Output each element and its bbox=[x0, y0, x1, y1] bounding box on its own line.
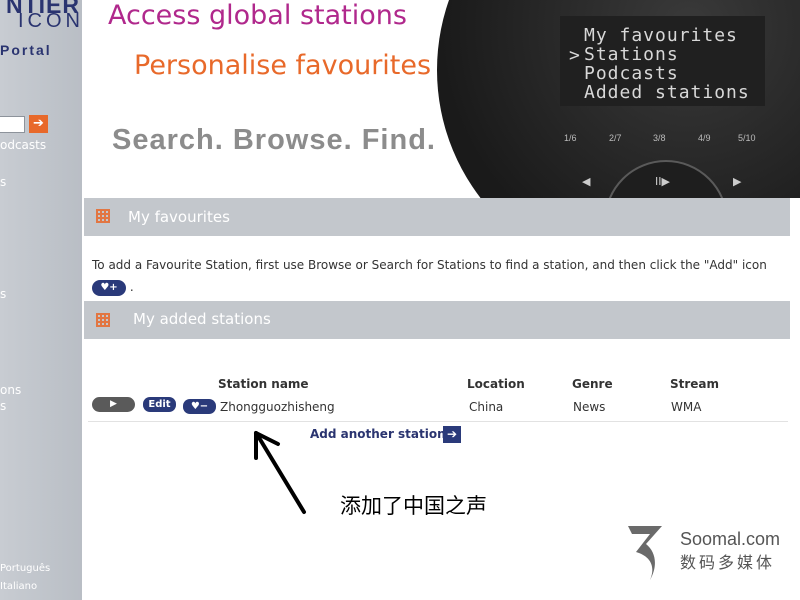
device-menu-item: My favourites bbox=[584, 25, 738, 46]
added-stations-section-bar: My added stations bbox=[84, 301, 790, 339]
tagline-access: Access global stations bbox=[108, 0, 407, 31]
stream-cell: WMA bbox=[671, 400, 702, 414]
language-portuguese-link[interactable]: Português bbox=[0, 563, 50, 574]
annotation-text: 添加了中国之声 bbox=[340, 494, 487, 518]
column-header-station-name: Station name bbox=[218, 377, 309, 391]
device-next-icon: ▶ bbox=[733, 175, 742, 188]
add-another-station-button[interactable]: ➔ bbox=[443, 426, 461, 443]
tagline-personalise: Personalise favourites bbox=[134, 50, 432, 81]
remove-favourite-button[interactable]: ♥− bbox=[183, 399, 216, 414]
device-menu-item: Podcasts bbox=[584, 63, 679, 84]
grid-icon bbox=[96, 209, 110, 223]
genre-cell: News bbox=[573, 400, 606, 414]
soomal-logo-icon bbox=[628, 526, 662, 580]
device-preset-label: 3/8 bbox=[653, 133, 666, 143]
column-header-genre: Genre bbox=[572, 377, 613, 391]
edit-button[interactable]: Edit bbox=[143, 397, 176, 412]
device-prev-icon: ◀ bbox=[582, 175, 591, 188]
device-menu-selection-marker: > bbox=[569, 45, 580, 66]
favourites-title: My favourites bbox=[128, 208, 230, 226]
brand-logo-bottom: ICON bbox=[18, 10, 82, 32]
column-header-stream: Stream bbox=[670, 377, 720, 391]
add-favourite-icon: ♥+ bbox=[92, 279, 126, 296]
tagline-search: Search. Browse. Find. bbox=[112, 124, 436, 156]
language-italian-link[interactable]: Italiano bbox=[0, 581, 37, 592]
device-preset-label: 4/9 bbox=[698, 133, 711, 143]
sidebar-link-podcasts[interactable]: odcasts bbox=[0, 138, 46, 152]
device-preset-label: 1/6 bbox=[564, 133, 577, 143]
add-another-station-link[interactable]: Add another station bbox=[310, 427, 446, 441]
watermark-tagline: 数码多媒体 bbox=[680, 553, 776, 572]
sidebar-link-3[interactable]: s bbox=[0, 287, 6, 301]
favourites-info-text: To add a Favourite Station, first use Br… bbox=[92, 258, 767, 272]
sidebar-link-4[interactable]: ons bbox=[0, 383, 21, 397]
added-stations-title: My added stations bbox=[133, 310, 271, 328]
watermark-site: Soomal.com bbox=[680, 529, 781, 549]
play-button[interactable]: ▶ bbox=[92, 397, 135, 412]
sidebar-link-2[interactable]: s bbox=[0, 175, 6, 189]
device-preset-label: 2/7 bbox=[609, 133, 622, 143]
column-header-location: Location bbox=[467, 377, 525, 391]
device-playpause-icon: II▶ bbox=[655, 175, 670, 188]
sidebar-link-5[interactable]: s bbox=[0, 399, 6, 413]
sidebar-search-input[interactable] bbox=[0, 116, 25, 133]
device-menu-item: Stations bbox=[584, 44, 679, 65]
favourites-info-end: . bbox=[129, 280, 134, 294]
header-banner: Access global stations Personalise favou… bbox=[82, 0, 800, 198]
favourites-section-bar: My favourites bbox=[84, 198, 790, 236]
favourites-info: To add a Favourite Station, first use Br… bbox=[92, 254, 788, 298]
device-menu-item: Added stations bbox=[584, 82, 750, 103]
sidebar-search-go-button[interactable]: ➔ bbox=[29, 115, 48, 133]
sidebar: NTIER ICON Portal ➔ odcasts s s ons s Po… bbox=[0, 0, 82, 600]
location-cell: China bbox=[469, 400, 504, 414]
grid-icon bbox=[96, 313, 110, 327]
device-preset-label: 5/10 bbox=[738, 133, 756, 143]
annotation-arrow-icon bbox=[254, 431, 306, 514]
portal-label: Portal bbox=[0, 42, 52, 58]
station-name-cell: Zhongguozhisheng bbox=[220, 400, 335, 414]
row-divider bbox=[88, 421, 788, 422]
